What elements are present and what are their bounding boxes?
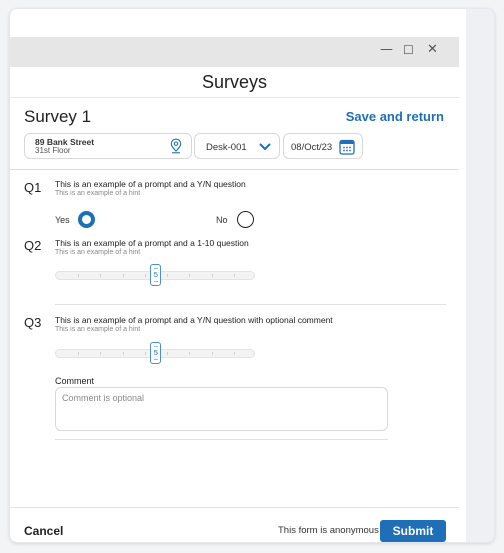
desk-selector[interactable]: Desk-001 [194,133,280,159]
close-icon[interactable]: ✕ [427,42,438,57]
slider-tick [233,352,235,355]
question-number: Q2 [24,238,42,253]
slider-tick [78,274,80,277]
survey-title: Survey 1 [24,107,92,126]
no-radio[interactable] [237,211,254,228]
section-divider [10,169,459,170]
slider-tick [144,274,146,277]
titlebar: — ☐ ✕ [10,37,459,67]
calendar-icon [339,139,355,155]
slider-tick [189,274,191,277]
slider-tick [167,274,169,277]
date-value: 08/Oct/23 [291,142,333,153]
question-hint: This is an example of a hint [55,249,141,256]
minimize-icon[interactable]: — [380,42,393,57]
anonymous-note: This form is anonymous [278,525,379,536]
slider-tick [122,352,124,355]
rating-value: 5 [153,348,158,357]
rating-slider-thumb[interactable]: 5 [150,264,162,286]
footer-divider [10,507,459,508]
save-and-return-button[interactable]: Save and return [346,109,444,124]
slider-tick [233,274,235,277]
yes-label: Yes [55,215,70,225]
question-prompt: This is an example of a prompt and a Y/N… [55,315,333,325]
rating-value: 5 [153,270,158,279]
side-strip [466,9,494,542]
question-prompt: This is an example of a prompt and a 1-1… [55,238,249,248]
question-hint: This is an example of a hint [55,326,141,333]
slider-tick [78,352,80,355]
location-line2: 31st Floor [35,146,71,155]
comment-label: Comment [55,376,95,386]
page-title: Surveys [201,72,268,92]
date-picker[interactable]: 08/Oct/23 [283,133,363,159]
comment-field[interactable] [55,387,388,431]
location-selector[interactable]: 89 Bank Street 31st Floor [24,133,192,159]
no-label: No [216,215,228,225]
yes-radio[interactable] [78,211,95,228]
slider-tick [100,274,102,277]
header-divider [10,97,459,98]
app-window: — ☐ ✕ Surveys Survey 1 Save and return 8… [9,8,495,543]
cancel-button[interactable]: Cancel [24,524,63,538]
location-pin-icon [170,138,182,154]
slider-tick [189,352,191,355]
slider-tick [144,352,146,355]
slider-tick [211,274,213,277]
question-number: Q3 [24,315,42,330]
question-divider [55,304,446,305]
submit-button[interactable]: Submit [380,520,446,542]
slider-tick [100,352,102,355]
question-prompt: This is an example of a prompt and a Y/N… [55,179,246,189]
question-hint: This is an example of a hint [55,190,141,197]
question-number: Q1 [24,180,42,195]
desk-value: Desk-001 [206,142,247,153]
rating-slider-thumb[interactable]: 5 [150,342,162,364]
maximize-icon[interactable]: ☐ [403,43,414,57]
slider-tick [167,352,169,355]
question-divider [55,439,388,440]
slider-tick [122,274,124,277]
chevron-down-icon [259,143,271,150]
slider-tick [211,352,213,355]
